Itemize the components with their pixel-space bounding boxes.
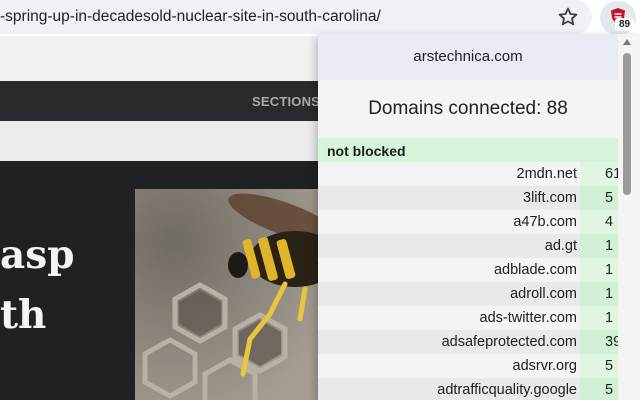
domain-row[interactable]: adroll.com 1 <box>318 282 618 306</box>
domain-name: adsrvr.org <box>512 358 577 374</box>
domain-list: 2mdn.net 61 3lift.com 5 a47b.com 4 ad.gt… <box>318 162 621 400</box>
popup-site-name: arstechnica.com <box>413 48 523 65</box>
domain-name: ad.gt <box>544 238 577 254</box>
domain-count: 39 <box>580 330 621 354</box>
extension-badge: 89 <box>615 18 634 31</box>
domain-row[interactable]: adsrvr.org 5 <box>318 354 618 378</box>
domain-name: a47b.com <box>513 214 577 230</box>
not-blocked-section-header[interactable]: not blocked <box>318 138 618 162</box>
domain-name: 3lift.com <box>523 190 577 206</box>
section-label: not blocked <box>327 143 406 159</box>
scrollbar-thumb[interactable] <box>623 53 631 195</box>
domain-count: 1 <box>580 234 618 258</box>
domain-name: ads-twitter.com <box>479 310 578 326</box>
domain-name: 2mdn.net <box>516 166 577 182</box>
extension-button[interactable]: 89 <box>600 1 636 35</box>
domain-name: adtrafficquality.google <box>437 382 577 398</box>
popup-scrollbar[interactable] <box>618 34 640 400</box>
domain-count: 1 <box>580 306 618 330</box>
domain-count: 5 <box>580 354 618 378</box>
domain-row[interactable]: adsafeprotected.com 39 <box>318 330 621 354</box>
domain-row[interactable]: ad.gt 1 <box>318 234 618 258</box>
wasp-nest-photo <box>135 189 325 400</box>
domain-name: adsafeprotected.com <box>441 334 577 350</box>
popup-header: arstechnica.com <box>318 34 618 80</box>
domain-row[interactable]: adtrafficquality.google 5 <box>318 378 618 400</box>
domain-row[interactable]: ads-twitter.com 1 <box>318 306 618 330</box>
domain-row[interactable]: 2mdn.net 61 <box>318 162 621 186</box>
domain-count: 5 <box>580 378 618 400</box>
article-headline[interactable]: asp th <box>0 225 75 345</box>
headline-line-1: asp <box>0 232 75 278</box>
star-outline-icon[interactable] <box>556 5 580 29</box>
domain-name: adblade.com <box>493 262 577 278</box>
domain-name: adroll.com <box>510 286 577 302</box>
wasp-photo-illustration <box>135 189 325 400</box>
url-text[interactable]: -spring-up-in-decadesold-nuclear-site-in… <box>0 8 381 26</box>
domain-count: 4 <box>580 210 618 234</box>
extension-popup: arstechnica.com Domains connected: 88 no… <box>318 34 640 400</box>
domain-count: 5 <box>580 186 618 210</box>
domain-count: 1 <box>580 258 618 282</box>
headline-line-2: th <box>0 292 47 338</box>
domain-count: 1 <box>580 282 618 306</box>
domain-row[interactable]: a47b.com 4 <box>318 210 618 234</box>
domain-count: 61 <box>580 162 621 186</box>
sections-menu[interactable]: SECTIONS <box>252 94 320 109</box>
browser-toolbar: -spring-up-in-decadesold-nuclear-site-in… <box>0 0 640 36</box>
domain-row[interactable]: adblade.com 1 <box>318 258 618 282</box>
domain-row[interactable]: 3lift.com 5 <box>318 186 618 210</box>
scroll-up-arrow-icon[interactable] <box>623 39 631 45</box>
domains-connected-count: Domains connected: 88 <box>368 98 568 119</box>
address-bar[interactable]: -spring-up-in-decadesold-nuclear-site-in… <box>0 0 592 34</box>
